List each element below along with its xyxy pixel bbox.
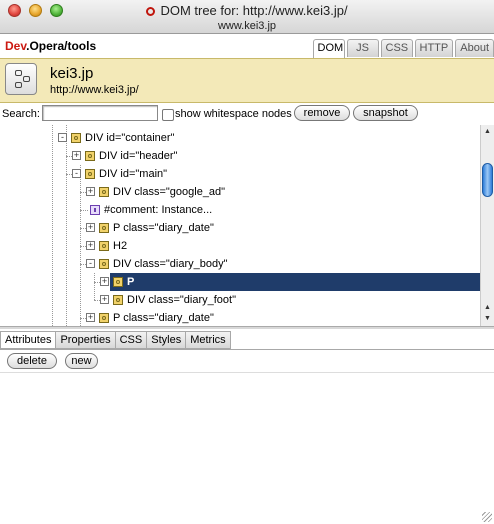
subtab-properties[interactable]: Properties <box>55 331 116 349</box>
tree-row[interactable]: + P <box>0 273 480 291</box>
show-whitespace-label: show whitespace nodes <box>175 108 292 120</box>
tree-row[interactable]: + H2 <box>0 237 480 255</box>
search-bar: Search: show whitespace nodes remove sna… <box>0 104 494 124</box>
tree-row[interactable]: - DIV class="diary_body" <box>0 255 480 273</box>
element-icon <box>113 277 123 287</box>
subtab-divider <box>0 349 494 350</box>
selected-node-highlight[interactable]: P <box>110 273 480 291</box>
window-title: DOM tree for: http://www.kei3.jp/ <box>0 3 494 18</box>
tree-row[interactable]: + P class="diary_date" <box>0 219 480 237</box>
expand-icon[interactable]: + <box>86 313 95 322</box>
subtab-metrics[interactable]: Metrics <box>185 331 231 349</box>
tab-dom[interactable]: DOM <box>312 39 345 58</box>
window-subtitle: www.kei3.jp <box>217 20 277 32</box>
element-icon <box>99 259 109 269</box>
tree-row[interactable]: + P class="diary_date" <box>0 309 480 326</box>
window-titlebar: DOM tree for: http://www.kei3.jp/ www.ke… <box>0 0 494 34</box>
tree-row-label: P <box>127 276 135 288</box>
tab-js[interactable]: JS <box>346 39 379 57</box>
site-info-bar: kei3.jp http://www.kei3.jp/ <box>0 58 494 103</box>
expand-icon[interactable]: + <box>100 295 109 304</box>
window-title-text: DOM tree for: http://www.kei3.jp/ <box>160 3 348 18</box>
tree-row[interactable]: + DIV class="diary_foot" <box>0 291 480 309</box>
collapse-icon[interactable]: - <box>86 259 95 268</box>
tree-row-label: #comment: Instance... <box>104 204 213 216</box>
tab-about[interactable]: About <box>455 39 494 57</box>
dom-tree[interactable]: - DIV id="container" + DIV id="header" -… <box>0 125 480 326</box>
tab-http[interactable]: HTTP <box>414 39 454 57</box>
toolbar: Dev.Opera/tools DOM JS CSS HTTP About <box>0 34 494 58</box>
brand-logo: Dev.Opera/tools <box>5 39 96 53</box>
tree-row-label: DIV id="header" <box>99 150 178 162</box>
expand-icon[interactable]: + <box>72 151 81 160</box>
site-url: http://www.kei3.jp/ <box>50 84 139 96</box>
subtab-styles[interactable]: Styles <box>146 331 187 349</box>
opera-icon <box>146 7 156 16</box>
snapshot-button[interactable]: snapshot <box>353 105 418 121</box>
tree-row[interactable]: - DIV id="container" <box>0 129 480 147</box>
subtab-css[interactable]: CSS <box>114 331 148 349</box>
expand-icon[interactable]: + <box>86 187 95 196</box>
tree-row-label: DIV id="container" <box>85 132 175 144</box>
element-icon <box>99 223 109 233</box>
element-icon <box>113 295 123 305</box>
comment-icon <box>90 205 100 215</box>
tree-row[interactable]: - DIV id="main" <box>0 165 480 183</box>
scrollbar-thumb[interactable] <box>482 163 493 197</box>
tree-row[interactable]: #comment: Instance... <box>0 201 480 219</box>
element-icon <box>99 313 109 323</box>
tree-scrollbar[interactable]: ▲ ▲ ▼ <box>480 125 494 326</box>
tree-row-label: DIV id="main" <box>99 168 168 180</box>
remove-button[interactable]: remove <box>294 105 350 121</box>
tree-row[interactable]: + DIV class="google_ad" <box>0 183 480 201</box>
tree-row-label: P class="diary_date" <box>113 312 214 324</box>
panel-splitter[interactable] <box>0 326 494 329</box>
collapse-icon[interactable]: - <box>58 133 67 142</box>
scroll-up-arrow-icon-bottom[interactable]: ▲ <box>482 303 493 313</box>
main-tabs: DOM JS CSS HTTP About <box>311 39 494 58</box>
scroll-up-arrow-icon[interactable]: ▲ <box>482 127 493 137</box>
element-icon <box>85 151 95 161</box>
element-icon <box>99 241 109 251</box>
resize-grip-icon[interactable] <box>482 512 492 522</box>
collapse-icon[interactable]: - <box>72 169 81 178</box>
search-input[interactable] <box>42 105 158 121</box>
node-detail-tabs: Attributes Properties CSS Styles Metrics <box>0 331 231 349</box>
expand-icon[interactable]: + <box>86 241 95 250</box>
subtab-attributes[interactable]: Attributes <box>0 331 57 349</box>
brand-rest: .Opera/tools <box>26 39 97 53</box>
site-title: kei3.jp <box>50 65 94 82</box>
tree-row-label: DIV class="google_ad" <box>113 186 226 198</box>
tree-row-label: H2 <box>113 240 128 252</box>
new-button[interactable]: new <box>65 353 98 369</box>
attributes-panel <box>0 372 494 524</box>
show-whitespace-checkbox[interactable] <box>162 109 174 121</box>
tree-row-label: DIV class="diary_foot" <box>127 294 236 306</box>
expand-icon[interactable]: + <box>100 277 109 286</box>
tree-row[interactable]: + DIV id="header" <box>0 147 480 165</box>
scroll-down-arrow-icon[interactable]: ▼ <box>482 314 493 324</box>
element-icon <box>99 187 109 197</box>
expand-icon[interactable]: + <box>86 223 95 232</box>
tab-css[interactable]: CSS <box>380 39 413 57</box>
dom-tree-icon <box>5 63 37 95</box>
search-label: Search: <box>2 108 40 120</box>
brand-dev: Dev <box>5 39 27 53</box>
element-icon <box>71 133 81 143</box>
delete-button[interactable]: delete <box>7 353 57 369</box>
tree-row-label: DIV class="diary_body" <box>113 258 228 270</box>
tree-row-label: P class="diary_date" <box>113 222 214 234</box>
element-icon <box>85 169 95 179</box>
